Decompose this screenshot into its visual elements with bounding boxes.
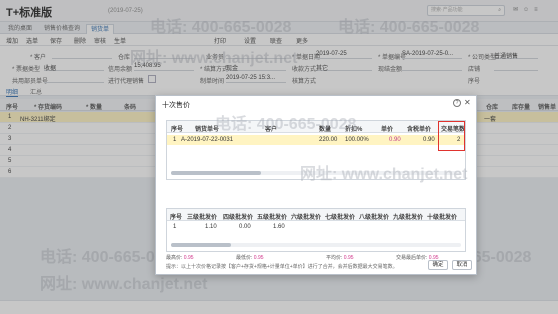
close-icon[interactable]: ✕ <box>464 98 471 107</box>
col-qty: 数量 <box>319 127 332 133</box>
cell-no: 1 <box>173 137 177 143</box>
col-no: 序号 <box>171 127 184 133</box>
horizontal-scrollbar[interactable] <box>171 171 461 175</box>
col-l3: 三级批发价 <box>187 215 218 221</box>
col-price: 单价 <box>381 127 394 133</box>
summary-low-label: 最低价: <box>236 255 253 261</box>
cancel-button[interactable]: 取消 <box>452 260 472 270</box>
dialog-note: 提示：以上十次价格记录按【客户+存货+规格+计量单位+单价】进行了合并，会并后数… <box>166 264 398 270</box>
summary-high-label: 最高价: <box>166 255 183 261</box>
cell-doc-no[interactable]: A-2019-07-22-0031 <box>181 137 233 143</box>
col-customer: 客户 <box>265 127 278 133</box>
col-no: 序号 <box>170 215 183 221</box>
table-row[interactable]: 1 1.10 0.00 1.60 <box>167 222 465 231</box>
cell-l4: 0.00 <box>239 224 251 230</box>
col-doc-no: 销货单号 <box>195 127 220 133</box>
price-history-header: 序号 销货单号 客户 数量 折扣% 单价 含税单价 交易笔数 <box>167 121 465 133</box>
cell-qty: 220.00 <box>319 137 338 143</box>
col-l7: 七级批发价 <box>325 215 356 221</box>
col-l9: 九级批发价 <box>393 215 424 221</box>
wholesale-price-table: 序号 三级批发价 四级批发价 五级批发价 六级批发价 七级批发价 八级批发价 九… <box>166 208 466 252</box>
price-history-dialog: 十次售价 ? ✕ 序号 销货单号 客户 数量 折扣% 单价 含税单价 交易笔数 … <box>155 95 477 275</box>
cell-l5: 1.60 <box>273 224 285 230</box>
cell-discount: 100.00% <box>345 137 369 143</box>
summary-last-label: 交易最后单价: <box>396 255 428 261</box>
price-history-table: 序号 销货单号 客户 数量 折扣% 单价 含税单价 交易笔数 1 A-2019-… <box>166 120 466 180</box>
ok-button[interactable]: 确定 <box>428 260 448 270</box>
col-tax-price: 含税单价 <box>407 127 432 133</box>
scrollbar-thumb[interactable] <box>171 243 231 247</box>
summary-low-value: 0.95 <box>253 255 264 261</box>
summary-high-value: 0.95 <box>183 255 194 261</box>
cell-price: 0.90 <box>389 137 401 143</box>
summary-avg-value: 0.95 <box>343 255 354 261</box>
col-l6: 六级批发价 <box>291 215 322 221</box>
table-row[interactable]: 1 A-2019-07-22-0031 220.00 100.00% 0.90 … <box>167 135 465 145</box>
scrollbar-thumb[interactable] <box>171 171 261 175</box>
wholesale-header: 序号 三级批发价 四级批发价 五级批发价 六级批发价 七级批发价 八级批发价 九… <box>167 209 465 221</box>
dialog-title: 十次售价 <box>162 102 190 109</box>
cell-tax-price: 0.90 <box>423 137 435 143</box>
col-l4: 四级批发价 <box>223 215 254 221</box>
summary-low: 最低价: 0.95 <box>236 254 264 261</box>
col-l8: 八级批发价 <box>359 215 390 221</box>
summary-high: 最高价: 0.95 <box>166 254 194 261</box>
horizontal-scrollbar[interactable] <box>171 243 461 247</box>
col-discount: 折扣% <box>345 127 363 133</box>
cell-no: 1 <box>173 224 177 230</box>
cell-l3: 1.10 <box>205 224 217 230</box>
col-l5: 五级批发价 <box>257 215 288 221</box>
help-icon[interactable]: ? <box>453 99 461 107</box>
trade-count-highlight <box>438 121 465 151</box>
summary-avg-label: 平均价: <box>326 255 343 261</box>
col-l10: 十级批发价 <box>427 215 458 221</box>
summary-avg: 平均价: 0.95 <box>326 254 354 261</box>
